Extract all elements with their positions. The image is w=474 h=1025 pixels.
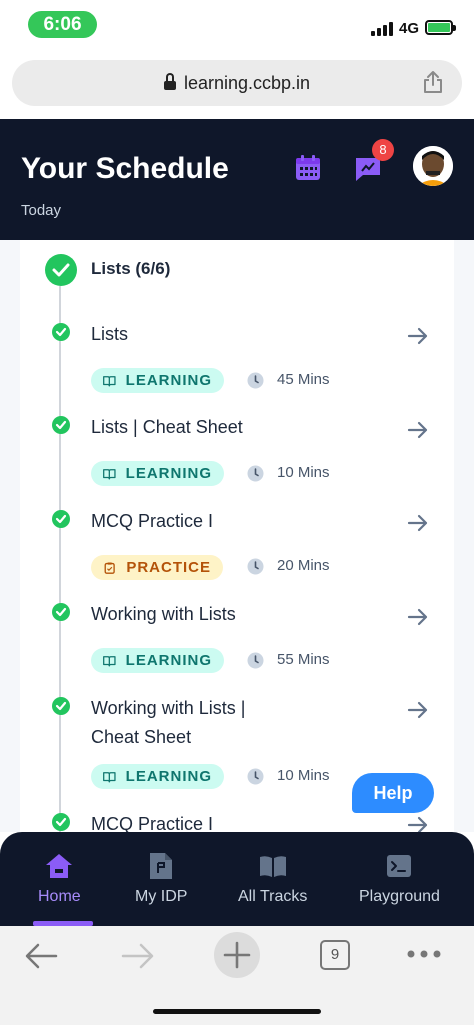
home-icon bbox=[46, 854, 73, 878]
item-complete-icon bbox=[52, 323, 70, 341]
status-time: 6:06 bbox=[28, 11, 97, 38]
nav-all-tracks[interactable]: All Tracks bbox=[238, 852, 307, 906]
clock-icon bbox=[247, 372, 264, 389]
learning-tag: LEARNING bbox=[91, 648, 224, 673]
new-tab-button[interactable] bbox=[214, 932, 260, 978]
page-subtitle: Today bbox=[21, 202, 62, 219]
tab-count-button[interactable]: 9 bbox=[320, 940, 350, 970]
nav-label: Home bbox=[38, 888, 81, 905]
arrow-right-icon[interactable] bbox=[407, 700, 429, 720]
practice-tag: PRACTICE bbox=[91, 555, 223, 580]
tag-label: PRACTICE bbox=[126, 559, 211, 576]
book-icon bbox=[103, 771, 116, 783]
item-complete-icon bbox=[52, 697, 70, 715]
status-bar: 6:06 4G bbox=[0, 0, 474, 52]
duration-text: 10 Mins bbox=[277, 767, 330, 784]
network-type: 4G bbox=[399, 20, 420, 37]
tag-label: LEARNING bbox=[125, 768, 212, 785]
item-complete-icon bbox=[52, 416, 70, 434]
bottom-nav: Home My IDP All Tracks Playground bbox=[0, 832, 474, 926]
nav-label: My IDP bbox=[135, 888, 188, 905]
book-icon bbox=[103, 468, 116, 480]
more-icon[interactable] bbox=[406, 949, 442, 959]
clock-icon bbox=[247, 768, 264, 785]
item-complete-icon bbox=[52, 813, 70, 831]
book-icon bbox=[103, 655, 116, 667]
timeline-line bbox=[59, 286, 61, 832]
duration-text: 20 Mins bbox=[277, 557, 330, 574]
tag-label: LEARNING bbox=[125, 465, 212, 482]
schedule-content[interactable] bbox=[0, 240, 474, 832]
page-header: Your Schedule Today 8 bbox=[0, 119, 474, 240]
nav-playground[interactable]: Playground bbox=[359, 852, 440, 906]
item-complete-icon bbox=[52, 603, 70, 621]
avatar[interactable] bbox=[413, 146, 453, 186]
clipboard-icon bbox=[104, 561, 115, 574]
nav-home[interactable]: Home bbox=[38, 852, 81, 906]
clock-icon bbox=[247, 465, 264, 482]
back-arrow-icon[interactable] bbox=[24, 942, 58, 970]
terminal-icon bbox=[387, 855, 412, 877]
lock-icon bbox=[163, 73, 176, 90]
tag-label: LEARNING bbox=[125, 652, 212, 669]
address-bar[interactable]: learning.ccbp.in bbox=[12, 60, 462, 106]
battery-icon bbox=[425, 20, 456, 35]
item-title-line1[interactable]: Working with Lists | bbox=[91, 694, 245, 723]
schedule-card bbox=[20, 240, 454, 832]
signal-icon bbox=[371, 22, 393, 36]
url-text: learning.ccbp.in bbox=[183, 72, 311, 93]
nav-label: All Tracks bbox=[238, 888, 308, 905]
learning-tag: LEARNING bbox=[91, 764, 224, 789]
duration-text: 55 Mins bbox=[277, 651, 330, 668]
arrow-right-icon[interactable] bbox=[407, 513, 429, 533]
nav-label: Playground bbox=[359, 888, 440, 905]
forward-arrow-icon[interactable] bbox=[121, 942, 155, 970]
page-title: Your Schedule bbox=[21, 152, 229, 185]
clock-icon bbox=[247, 652, 264, 669]
item-title[interactable]: Lists | Cheat Sheet bbox=[91, 413, 243, 442]
book-icon bbox=[259, 856, 286, 877]
duration-text: 10 Mins bbox=[277, 464, 330, 481]
item-title-line2[interactable]: Cheat Sheet bbox=[91, 723, 191, 752]
section-complete-icon bbox=[45, 254, 77, 286]
arrow-right-icon[interactable] bbox=[407, 326, 429, 346]
arrow-right-icon[interactable] bbox=[407, 420, 429, 440]
calendar-icon[interactable] bbox=[295, 155, 321, 181]
tag-label: LEARNING bbox=[125, 372, 212, 389]
item-complete-icon bbox=[52, 510, 70, 528]
home-indicator bbox=[153, 1009, 321, 1014]
nav-my-idp[interactable]: My IDP bbox=[135, 852, 187, 906]
clock-icon bbox=[247, 558, 264, 575]
plus-icon bbox=[223, 941, 251, 969]
duration-text: 45 Mins bbox=[277, 371, 330, 388]
book-icon bbox=[103, 375, 116, 387]
arrow-right-icon[interactable] bbox=[407, 607, 429, 627]
document-icon bbox=[150, 853, 173, 879]
share-icon[interactable] bbox=[422, 70, 444, 94]
notification-badge: 8 bbox=[372, 139, 394, 161]
learning-tag: LEARNING bbox=[91, 461, 224, 486]
section-title: Lists (6/6) bbox=[91, 259, 171, 278]
item-title[interactable]: Working with Lists bbox=[91, 600, 236, 629]
learning-tag: LEARNING bbox=[91, 368, 224, 393]
item-title[interactable]: Lists bbox=[91, 320, 128, 349]
help-button[interactable]: Help bbox=[352, 773, 434, 813]
item-title[interactable]: MCQ Practice I bbox=[91, 507, 213, 536]
